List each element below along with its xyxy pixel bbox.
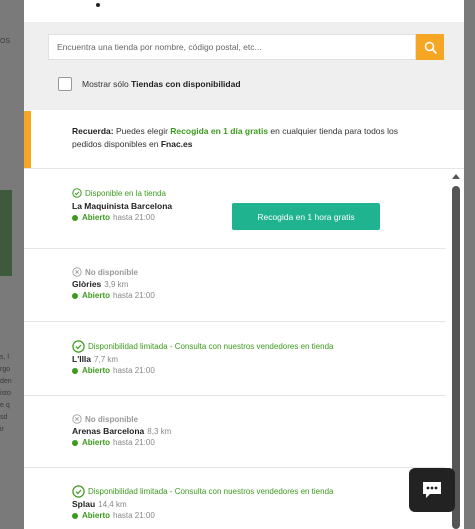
unavailable-icon [72, 267, 82, 277]
check-circle-icon [72, 485, 85, 498]
background-text: OS [0, 38, 11, 45]
open-dot-icon [72, 439, 78, 446]
notice-text: Recuerda: Puedes elegir Recogida en 1 dí… [72, 126, 399, 149]
chat-button[interactable] [409, 468, 455, 512]
store-hours: Abierto hasta 21:00 [72, 291, 155, 300]
search-button[interactable] [416, 34, 444, 60]
store-name: La Maquinista Barcelona [72, 201, 173, 211]
store-status: No disponible [72, 267, 138, 277]
background-text: isto [0, 390, 11, 397]
store-item[interactable]: Disponible en la tienda La Maquinista Ba… [24, 169, 446, 249]
store-picker-modal: Mostrar sólo Tiendas con disponibilidad … [24, 0, 464, 529]
pickup-1-hour-button[interactable]: Recogida en 1 hora gratis [232, 203, 380, 230]
background-text: den [0, 378, 12, 385]
background-image [0, 190, 12, 276]
open-dot-icon [72, 512, 78, 519]
store-item[interactable]: No disponible Arenas Barcelona 8,3 km Abi… [24, 396, 446, 468]
availability-filter-label: Mostrar sólo Tiendas con disponibilidad [82, 79, 241, 89]
check-circle-icon [72, 188, 82, 198]
store-item[interactable]: Disponibilidad limitada - Consulta con n… [24, 322, 446, 396]
store-hours: Abierto hasta 21:00 [72, 213, 155, 222]
check-circle-icon [72, 340, 85, 353]
store-hours: Abierto hasta 21:00 [72, 511, 155, 520]
open-dot-icon [72, 292, 78, 299]
store-search-input[interactable] [48, 34, 416, 60]
store-status: Disponibilidad limitada - Consulta con n… [72, 485, 333, 498]
background-page: OS s, l rgo den isto e q sd ir [0, 0, 24, 529]
unavailable-icon [72, 414, 82, 424]
store-name: Splau 14,4 km [72, 499, 127, 509]
background-text: sd [0, 414, 8, 421]
store-status: No disponible [72, 414, 138, 424]
store-status: Disponibilidad limitada - Consulta con n… [72, 340, 333, 353]
availability-filter[interactable]: Mostrar sólo Tiendas con disponibilidad [58, 77, 241, 91]
store-list: Disponible en la tienda La Maquinista Ba… [24, 169, 446, 529]
store-hours: Abierto hasta 21:00 [72, 366, 155, 375]
background-text: e q [0, 402, 10, 409]
store-name: Glòries 3,9 km [72, 279, 129, 289]
background-text: ir [0, 426, 4, 433]
chat-icon [423, 482, 441, 498]
pickup-notice: Recuerda: Puedes elegir Recogida en 1 dí… [24, 111, 464, 169]
background-text: rgo [0, 366, 11, 373]
store-hours: Abierto hasta 21:00 [72, 438, 155, 447]
search-icon [424, 41, 437, 54]
store-item[interactable]: Disponibilidad limitada - Consulta con n… [24, 468, 446, 529]
store-name: Arenas Barcelona 8,3 km [72, 426, 172, 436]
background-page-right [464, 0, 475, 529]
scroll-up-arrow[interactable] [452, 174, 460, 179]
store-status: Disponible en la tienda [72, 188, 166, 198]
modal-header [24, 0, 464, 22]
background-text: s, l [0, 354, 9, 361]
store-item[interactable]: No disponible Glòries 3,9 km Abierto hasta… [24, 249, 446, 322]
search-panel: Mostrar sólo Tiendas con disponibilidad [24, 22, 464, 110]
availability-checkbox[interactable] [58, 77, 72, 91]
notice-accent-bar [24, 111, 31, 168]
open-dot-icon [72, 214, 78, 221]
store-name: L'Illa 7,7 km [72, 354, 119, 364]
open-dot-icon [72, 367, 78, 374]
